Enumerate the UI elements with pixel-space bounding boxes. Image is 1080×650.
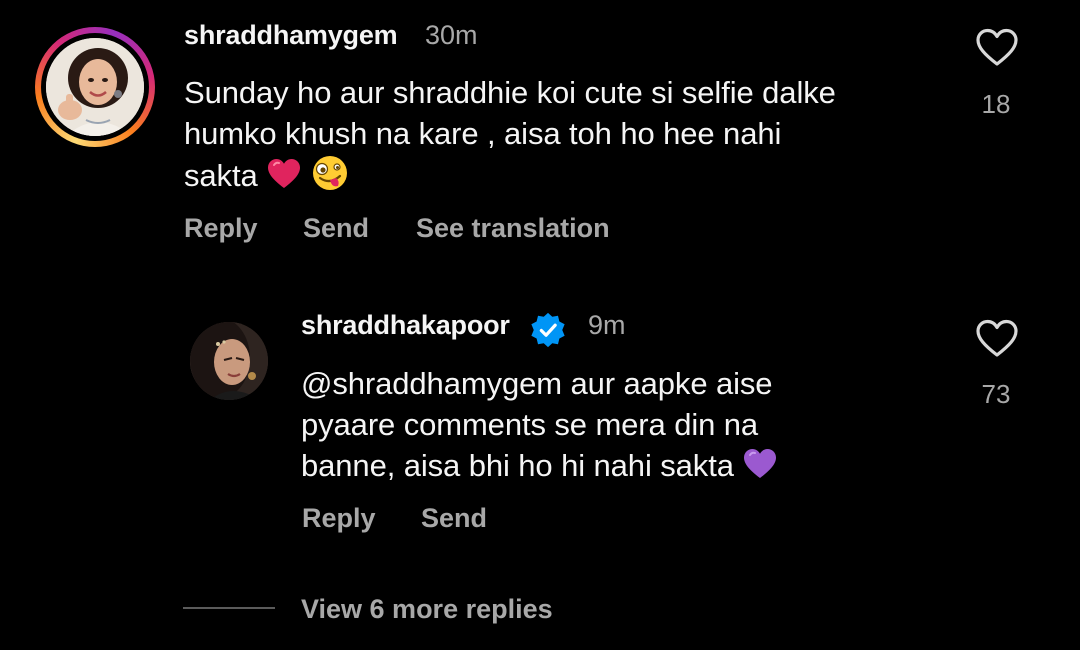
avatar-photo-icon [46, 38, 144, 136]
verified-badge [529, 311, 567, 354]
comment-like-count: 18 [981, 89, 1011, 119]
comment-like-button[interactable] [975, 27, 1019, 72]
comment-text-line-2: humko khush na kare , aisa toh ho hee na… [184, 116, 782, 151]
reply-text-line-1: @shraddhamygem aur aapke aise [301, 363, 941, 404]
reply-text-line-1-rest: aur aapke aise [561, 366, 773, 401]
view-more-replies-button[interactable]: View 6 more replies [301, 594, 553, 625]
heart-outline-icon [976, 319, 1018, 357]
reply-like-button[interactable] [975, 318, 1019, 363]
reply-timestamp: 9m [588, 310, 626, 340]
reply-reply-button[interactable]: Reply [302, 503, 376, 534]
heart-outline-icon [976, 28, 1018, 66]
reply-text: @shraddhamygem aur aapke aise pyaare com… [301, 363, 941, 486]
comment-timestamp: 30m [425, 20, 478, 50]
comment-reply-button[interactable]: Reply [184, 213, 258, 244]
avatar-shraddhakapoor[interactable] [190, 322, 268, 400]
purple-heart-icon [744, 449, 777, 478]
reply-text-line-2: pyaare comments se mera din na [301, 407, 759, 442]
reply-send-button[interactable]: Send [421, 503, 487, 534]
avatar-shraddhamygem[interactable] [46, 38, 144, 136]
comment-username[interactable]: shraddhamygem [184, 20, 398, 51]
reply-mention-link[interactable]: @shraddhamygem [301, 366, 562, 401]
avatar-photo-icon [190, 322, 268, 400]
replies-divider [183, 607, 275, 609]
story-ring-avatar[interactable] [35, 27, 155, 147]
see-translation-button[interactable]: See translation [416, 213, 610, 244]
comment-text-line-1: Sunday ho aur shraddhie koi cute si self… [184, 75, 836, 110]
verified-badge-icon [531, 312, 565, 348]
comment-text: Sunday ho aur shraddhie koi cute si self… [184, 72, 944, 196]
zany-face-icon [312, 156, 347, 190]
comment-text-line-3: sakta [184, 154, 944, 196]
reply-text-line-3-words: banne, aisa bhi ho hi nahi sakta [301, 448, 734, 483]
reply-username[interactable]: shraddhakapoor [301, 310, 510, 341]
comment-text-line-3-words: sakta [184, 158, 258, 193]
comment-send-button[interactable]: Send [303, 213, 369, 244]
reply-like-count: 73 [981, 379, 1011, 409]
red-heart-icon [268, 159, 301, 188]
reply-text-line-3: banne, aisa bhi ho hi nahi sakta [301, 445, 941, 486]
